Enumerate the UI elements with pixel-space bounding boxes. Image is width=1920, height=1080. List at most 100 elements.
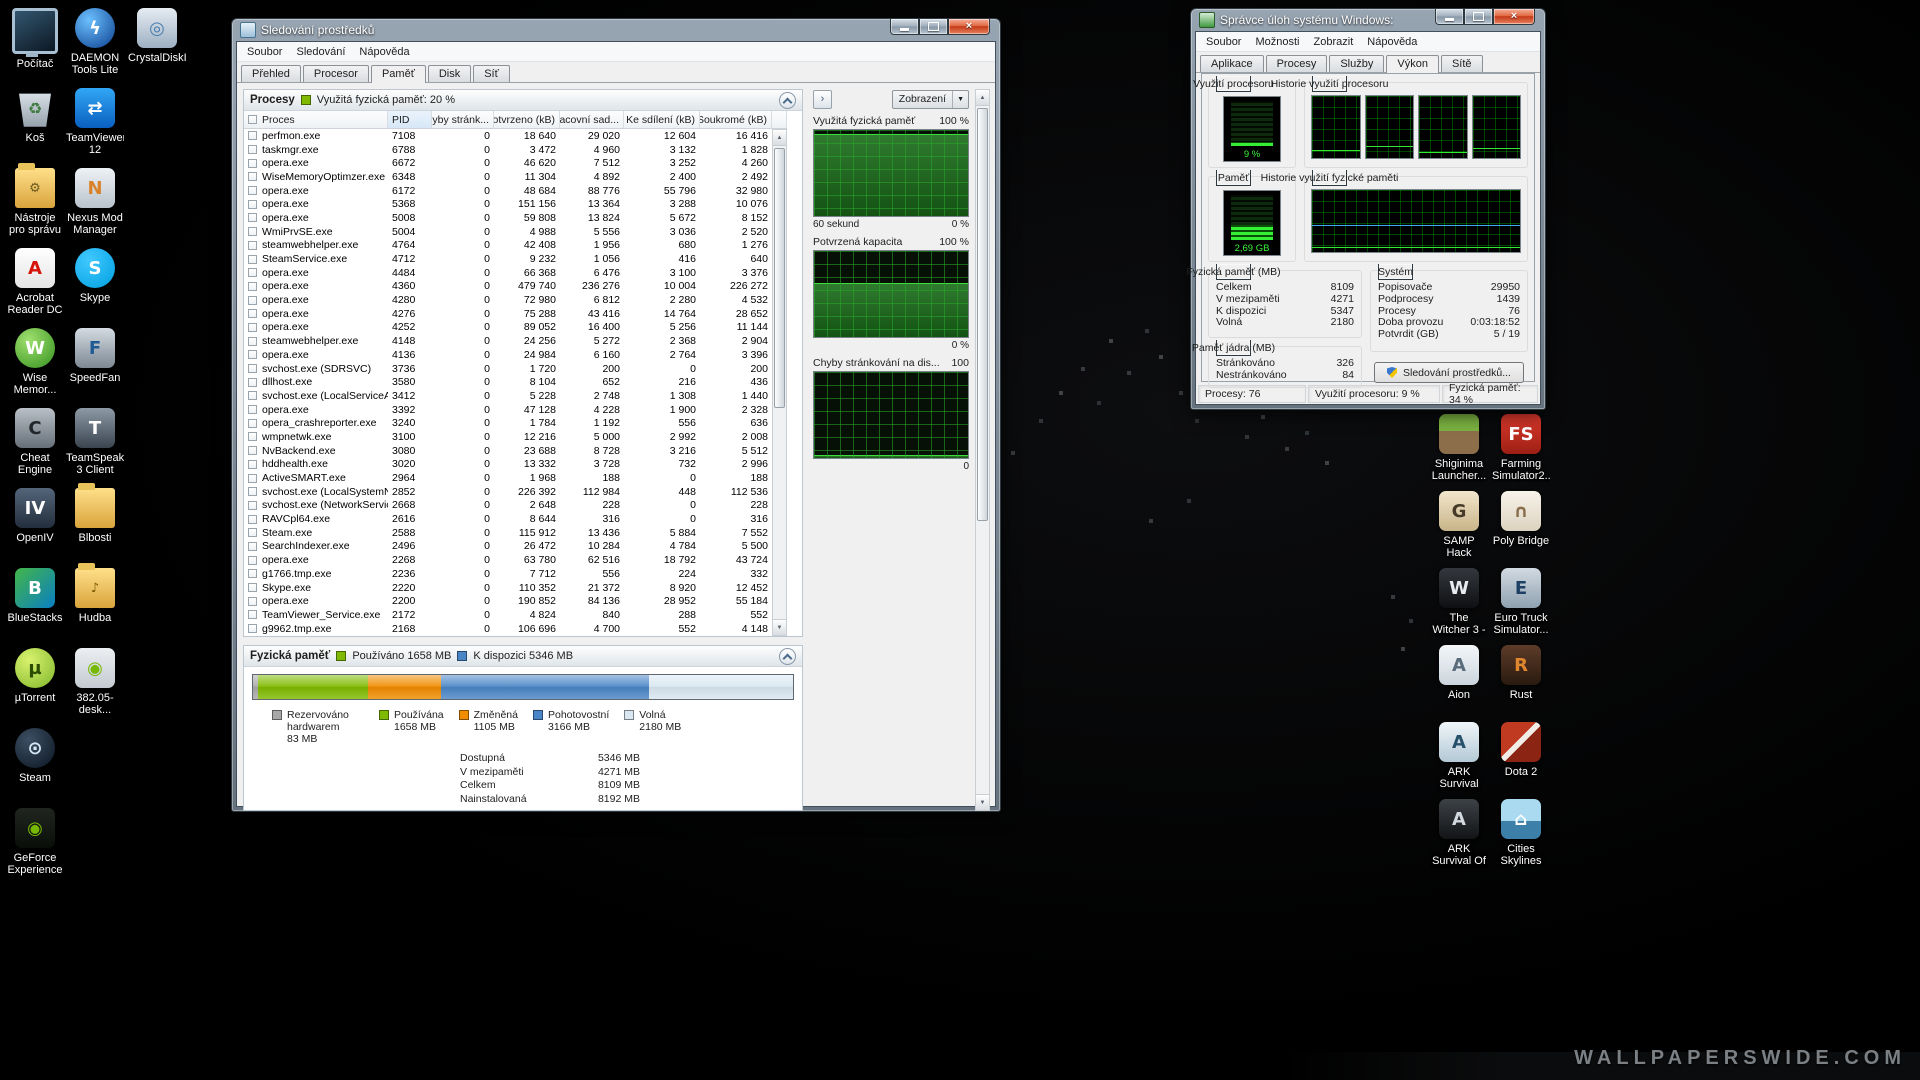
desktop-icon-farming-simulator[interactable]: Farming Simulator2... xyxy=(1492,414,1550,482)
desktop-icon-recycle-bin[interactable]: Koš xyxy=(6,88,64,144)
resmon-tab-pam[interactable]: Paměť xyxy=(371,65,426,83)
scrollbar-track[interactable] xyxy=(976,106,989,794)
process-checkbox[interactable] xyxy=(248,186,257,195)
process-row[interactable]: svchost.exe (LocalSystemNet...28520226 3… xyxy=(244,485,772,499)
resmon-tab-procesor[interactable]: Procesor xyxy=(303,65,369,82)
desktop-icon-dota2[interactable]: Dota 2 xyxy=(1492,722,1550,778)
scrollbar-track[interactable] xyxy=(773,146,786,619)
process-checkbox[interactable] xyxy=(248,227,257,236)
process-row[interactable]: hddhealth.exe3020013 3323 7287322 996 xyxy=(244,458,772,472)
desktop-icon-samp-hack[interactable]: SAMP Hack xyxy=(1430,491,1488,559)
process-checkbox[interactable] xyxy=(248,474,257,483)
taskmgr-tab-aplikace[interactable]: Aplikace xyxy=(1200,55,1264,72)
desktop-icon-ark-survival-evolved[interactable]: ARK Survival Evolved xyxy=(1430,722,1488,791)
process-row[interactable]: RAVCpl64.exe261608 6443160316 xyxy=(244,512,772,526)
desktop-icon-skype[interactable]: Skype xyxy=(66,248,124,304)
process-checkbox[interactable] xyxy=(248,391,257,400)
minimize-button[interactable] xyxy=(890,19,919,35)
process-row[interactable]: Steam.exe25880115 91213 4365 8847 552 xyxy=(244,526,772,540)
desktop-icon-teamviewer[interactable]: TeamViewer 12 xyxy=(66,88,124,156)
process-row[interactable]: wmpnetwk.exe3100012 2165 0002 9922 008 xyxy=(244,430,772,444)
desktop-icon-rust[interactable]: Rust xyxy=(1492,645,1550,701)
process-checkbox[interactable] xyxy=(248,528,257,537)
process-checkbox[interactable] xyxy=(248,255,257,264)
views-dropdown[interactable]: Zobrazení ▼ xyxy=(892,90,969,109)
taskmgr-tab-v-kon[interactable]: Výkon xyxy=(1386,55,1439,73)
scrollbar-thumb[interactable] xyxy=(977,108,988,521)
column-header-soukrom-kb[interactable]: Soukromé (kB) xyxy=(700,111,772,128)
close-button[interactable]: × xyxy=(948,19,990,35)
process-row[interactable]: SteamService.exe471209 2321 056416640 xyxy=(244,252,772,266)
process-checkbox[interactable] xyxy=(248,309,257,318)
desktop-icon-speedfan[interactable]: SpeedFan xyxy=(66,328,124,384)
column-header-proces[interactable]: Proces xyxy=(244,111,388,128)
process-checkbox[interactable] xyxy=(248,241,257,250)
process-row[interactable]: opera.exe6672046 6207 5123 2524 260 xyxy=(244,156,772,170)
process-checkbox[interactable] xyxy=(248,460,257,469)
resmon-tab-p-ehled[interactable]: Přehled xyxy=(241,65,301,82)
resmon-tab-disk[interactable]: Disk xyxy=(428,65,471,82)
process-row[interactable]: steamwebhelper.exe4148024 2565 2722 3682… xyxy=(244,334,772,348)
process-row[interactable]: opera.exe4252089 05216 4005 25611 144 xyxy=(244,321,772,335)
process-checkbox[interactable] xyxy=(248,159,257,168)
desktop-icon-cheat-engine[interactable]: Cheat Engine xyxy=(6,408,64,476)
process-checkbox[interactable] xyxy=(248,583,257,592)
column-header-potvrzeno-kb[interactable]: Potvrzeno (kB) xyxy=(494,111,560,128)
taskmgr-tab-procesy[interactable]: Procesy xyxy=(1266,55,1328,72)
desktop-icon-bluestacks[interactable]: BlueStacks xyxy=(6,568,64,624)
process-checkbox[interactable] xyxy=(248,350,257,359)
process-row[interactable]: opera.exe2268063 78062 51618 79243 724 xyxy=(244,553,772,567)
process-row[interactable]: TeamViewer_Service.exe217204 82484028855… xyxy=(244,608,772,622)
process-row[interactable]: opera.exe4136024 9846 1602 7643 396 xyxy=(244,348,772,362)
process-row[interactable]: opera.exe4280072 9806 8122 2804 532 xyxy=(244,293,772,307)
process-checkbox[interactable] xyxy=(248,446,257,455)
process-row[interactable]: opera.exe3392047 1284 2281 9002 328 xyxy=(244,403,772,417)
physical-memory-section-header[interactable]: Fyzická paměť Používáno 1658 MB K dispoz… xyxy=(244,646,802,667)
process-row[interactable]: opera_crashreporter.exe324001 7841 19255… xyxy=(244,416,772,430)
desktop-icon-geforce-experience[interactable]: GeForce Experience xyxy=(6,808,64,876)
process-row[interactable]: NvBackend.exe3080023 6888 7283 2165 512 xyxy=(244,444,772,458)
process-checkbox[interactable] xyxy=(248,268,257,277)
column-header-chyby-str-nk[interactable]: Chyby stránk... xyxy=(432,111,494,128)
process-checkbox[interactable] xyxy=(248,172,257,181)
process-checkbox[interactable] xyxy=(248,501,257,510)
process-checkbox[interactable] xyxy=(248,610,257,619)
process-row[interactable]: svchost.exe (LocalServiceAn...341205 228… xyxy=(244,389,772,403)
desktop-icon-euro-truck-simulator[interactable]: Euro Truck Simulator... xyxy=(1492,568,1550,636)
desktop-icon-ark-survival-of-the-fittest[interactable]: ARK Survival Of The Fittest xyxy=(1430,799,1488,868)
resmon-menu-sledov-n[interactable]: Sledování xyxy=(289,44,352,60)
process-checkbox[interactable] xyxy=(248,323,257,332)
desktop-icon-folder-blbosti[interactable]: Blbosti xyxy=(66,488,124,544)
taskmgr-tab-s-t[interactable]: Sítě xyxy=(1441,55,1483,72)
process-row[interactable]: opera.exe43600479 740236 27610 004226 27… xyxy=(244,280,772,294)
taskmgr-menu-mo-nosti[interactable]: Možnosti xyxy=(1248,34,1306,50)
desktop-icon-daemon-tools[interactable]: DAEMON Tools Lite xyxy=(66,8,124,76)
taskmgr-menu-soubor[interactable]: Soubor xyxy=(1199,34,1248,50)
process-row[interactable]: g1766.tmp.exe223607 712556224332 xyxy=(244,567,772,581)
process-row[interactable]: WmiPrvSE.exe500404 9885 5563 0362 520 xyxy=(244,225,772,239)
resmon-menu-soubor[interactable]: Soubor xyxy=(240,44,289,60)
open-resource-monitor-button[interactable]: Sledování prostředků... xyxy=(1374,362,1524,383)
process-checkbox[interactable] xyxy=(248,296,257,305)
desktop-icon-teamspeak[interactable]: TeamSpeak 3 Client xyxy=(66,408,124,476)
process-row[interactable]: opera.exe53680151 15613 3643 28810 076 xyxy=(244,197,772,211)
scroll-up-arrow-icon[interactable]: ▲ xyxy=(976,90,989,106)
close-button[interactable]: × xyxy=(1493,9,1535,25)
desktop-icon-the-witcher-3[interactable]: The Witcher 3 - Wild Hunt xyxy=(1430,568,1488,637)
desktop-icon-wise-memory[interactable]: Wise Memor... xyxy=(6,328,64,396)
process-row[interactable]: ActiveSMART.exe296401 9681880188 xyxy=(244,471,772,485)
minimize-button[interactable] xyxy=(1435,9,1464,25)
desktop-icon-admin-tools[interactable]: Nástroje pro správu xyxy=(6,168,64,236)
process-checkbox[interactable] xyxy=(248,432,257,441)
scrollbar-thumb[interactable] xyxy=(774,148,785,408)
desktop-icon-aion[interactable]: Aion xyxy=(1430,645,1488,701)
desktop-icon-poly-bridge[interactable]: Poly Bridge xyxy=(1492,491,1550,547)
desktop-icon-shiginima-launcher[interactable]: Shiginima Launcher... xyxy=(1430,414,1488,482)
process-checkbox[interactable] xyxy=(248,542,257,551)
maximize-button[interactable] xyxy=(1464,9,1493,25)
process-row[interactable]: SearchIndexer.exe2496026 47210 2844 7845… xyxy=(244,540,772,554)
process-checkbox[interactable] xyxy=(248,419,257,428)
window-scrollbar[interactable]: ▲▼ xyxy=(975,89,990,811)
process-checkbox[interactable] xyxy=(248,131,257,140)
column-header-pid[interactable]: PID xyxy=(388,111,432,128)
